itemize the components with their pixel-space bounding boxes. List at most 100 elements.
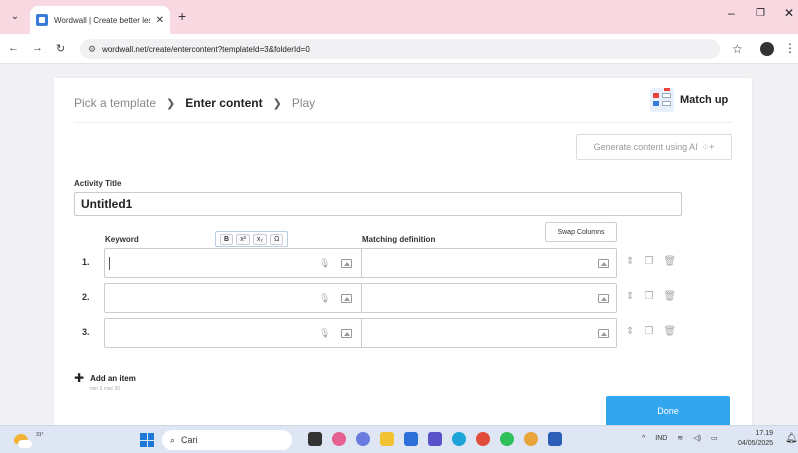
- volume-icon[interactable]: ◁): [693, 434, 701, 442]
- row-tools: ⇕ ❐ 🗑︎: [626, 326, 676, 337]
- reorder-icon[interactable]: ⇕: [626, 326, 634, 337]
- special-char-button[interactable]: Ω: [270, 233, 284, 245]
- subscript-button[interactable]: x₂: [252, 233, 268, 245]
- definition-input[interactable]: [361, 283, 617, 313]
- word-icon[interactable]: [548, 432, 562, 446]
- template-badge[interactable]: Match up: [650, 88, 728, 112]
- done-button[interactable]: Done: [606, 396, 730, 425]
- new-tab-icon[interactable]: +: [178, 8, 186, 24]
- generate-ai-button[interactable]: Generate content using AI ⁘+: [576, 134, 732, 160]
- superscript-button[interactable]: x²: [236, 233, 250, 245]
- swap-columns-button[interactable]: Swap Columns: [545, 222, 617, 242]
- task-view-icon[interactable]: [308, 432, 322, 446]
- keyword-input[interactable]: 🎙︎: [104, 283, 361, 313]
- widgets-icon[interactable]: [332, 432, 346, 446]
- image-icon[interactable]: [598, 329, 609, 338]
- image-icon[interactable]: [598, 259, 609, 268]
- temperature: 31°: [36, 432, 44, 438]
- browser-tab[interactable]: Wordwall | Create better lessons ✕: [30, 6, 170, 34]
- row-tools: ⇕ ❐ 🗑︎: [626, 256, 676, 267]
- reload-icon[interactable]: ↻: [56, 42, 65, 55]
- microphone-icon[interactable]: 🎙︎: [319, 293, 330, 304]
- teams-icon[interactable]: [356, 432, 370, 446]
- profile-avatar[interactable]: [760, 42, 774, 56]
- definition-input[interactable]: [361, 318, 617, 348]
- battery-icon[interactable]: ▭: [711, 434, 718, 442]
- keyword-input[interactable]: 🎙︎: [104, 248, 361, 278]
- tab-title: Wordwall | Create better lessons: [54, 15, 150, 25]
- bookmark-star-icon[interactable]: ☆: [732, 42, 743, 56]
- table-row: 3. 🎙︎ ⇕ ❐ 🗑︎: [74, 318, 714, 348]
- language-indicator[interactable]: IND: [655, 435, 667, 442]
- clock-date: 04/05/2025: [738, 440, 774, 447]
- chevron-up-icon[interactable]: ^: [642, 435, 645, 442]
- minimize-icon[interactable]: –: [728, 6, 735, 20]
- chevron-right-icon: ❯: [272, 97, 282, 110]
- row-number: 2.: [82, 292, 90, 302]
- taskbar: 31° ⌕ Cari ^ IND ≋ ◁) ▭ 17.19 04/05/2025…: [0, 425, 798, 453]
- microphone-icon[interactable]: 🎙︎: [319, 258, 330, 269]
- trash-icon[interactable]: 🗑︎: [663, 291, 676, 302]
- table-row: 2. 🎙︎ ⇕ ❐ 🗑︎: [74, 283, 714, 313]
- notification-bell-icon[interactable]: 🔔︎: [785, 433, 798, 444]
- image-icon[interactable]: [341, 329, 352, 338]
- weather-widget[interactable]: 31°: [12, 430, 44, 450]
- site-info-icon[interactable]: ⚙: [88, 44, 96, 55]
- wifi-icon[interactable]: ≋: [677, 434, 683, 442]
- activity-title-input[interactable]: Untitled1: [74, 192, 682, 216]
- duplicate-icon[interactable]: ❐: [644, 291, 653, 302]
- file-explorer-icon[interactable]: [380, 432, 394, 446]
- restore-icon[interactable]: ❐: [756, 8, 765, 19]
- step-enter-content: Enter content: [185, 96, 263, 110]
- table-row: 1. 🎙︎ ⇕ ❐ 🗑︎: [74, 248, 714, 278]
- trash-icon[interactable]: 🗑︎: [663, 326, 676, 337]
- chrome-icon[interactable]: [476, 432, 490, 446]
- back-icon[interactable]: ←: [8, 42, 19, 54]
- duplicate-icon[interactable]: ❐: [644, 326, 653, 337]
- store-icon[interactable]: [404, 432, 418, 446]
- taskbar-search[interactable]: ⌕ Cari: [162, 430, 292, 450]
- page-background: Pick a template ❯ Enter content ❯ Play M…: [0, 64, 798, 425]
- image-icon[interactable]: [341, 259, 352, 268]
- forward-icon[interactable]: →: [32, 42, 43, 54]
- clock[interactable]: 17.19 04/05/2025: [738, 429, 773, 449]
- weather-cloud-icon: [18, 440, 32, 448]
- photos-icon[interactable]: [428, 432, 442, 446]
- wordwall-favicon-icon: [36, 14, 48, 26]
- microphone-icon[interactable]: 🎙︎: [319, 328, 330, 339]
- browser-menu-icon[interactable]: ⋮: [784, 41, 796, 55]
- system-tray: ^ IND ≋ ◁) ▭: [642, 434, 718, 443]
- trash-icon[interactable]: 🗑︎: [663, 256, 676, 267]
- url-field[interactable]: ⚙ wordwall.net/create/entercontent?templ…: [80, 39, 720, 59]
- image-icon[interactable]: [341, 294, 352, 303]
- keyword-input[interactable]: 🎙︎: [104, 318, 361, 348]
- reorder-icon[interactable]: ⇕: [626, 256, 634, 267]
- start-windows-icon[interactable]: [140, 433, 154, 447]
- whatsapp-icon[interactable]: [500, 432, 514, 446]
- chrome-profile-icon[interactable]: [524, 432, 538, 446]
- reorder-icon[interactable]: ⇕: [626, 291, 634, 302]
- row-number: 3.: [82, 327, 90, 337]
- activity-title-label: Activity Title: [74, 179, 122, 188]
- step-pick-template[interactable]: Pick a template: [74, 96, 156, 110]
- definition-column-header: Matching definition: [362, 235, 436, 244]
- edge-icon[interactable]: [452, 432, 466, 446]
- duplicate-icon[interactable]: ❐: [644, 256, 653, 267]
- chevron-right-icon: ❯: [166, 97, 176, 110]
- text-cursor: [109, 257, 110, 270]
- tab-close-icon[interactable]: ✕: [156, 15, 164, 26]
- row-tools: ⇕ ❐ 🗑︎: [626, 291, 676, 302]
- format-toolbar: B x² x₂ Ω: [215, 231, 289, 247]
- add-item-button[interactable]: ✚ Add an item: [74, 371, 136, 385]
- bold-button[interactable]: B: [220, 233, 234, 245]
- tab-search-icon[interactable]: ⌄: [8, 10, 22, 24]
- add-item-label: Add an item: [90, 373, 136, 383]
- search-icon: ⌕: [170, 434, 176, 445]
- breadcrumb: Pick a template ❯ Enter content ❯ Play: [74, 96, 315, 110]
- image-icon[interactable]: [598, 294, 609, 303]
- definition-input[interactable]: [361, 248, 617, 278]
- close-window-icon[interactable]: ✕: [784, 6, 794, 20]
- match-up-template-icon: [650, 88, 674, 112]
- step-play: Play: [291, 96, 316, 110]
- row-number: 1.: [82, 257, 90, 267]
